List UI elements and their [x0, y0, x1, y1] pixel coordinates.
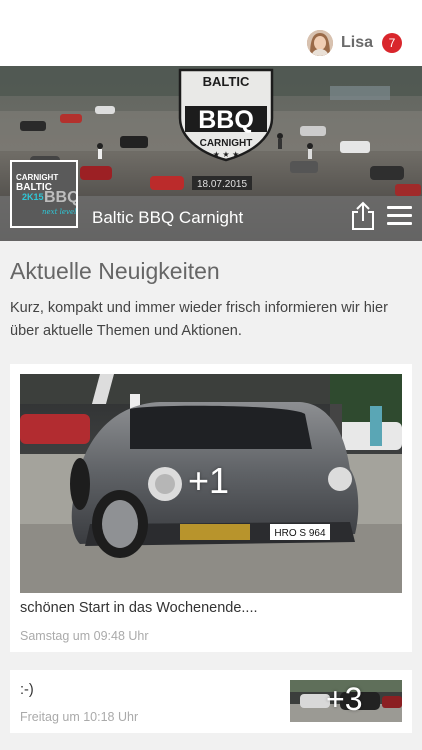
share-icon[interactable] [350, 201, 376, 231]
notification-badge[interactable]: 7 [382, 33, 402, 53]
hero-banner: BALTIC BBQ CARNIGHT ★ ★ ★ 18.07.2015 CAR… [0, 66, 422, 241]
banner-text-line1: BALTIC [203, 74, 250, 89]
page-description: Kurz, kompakt und immer wieder frisch in… [10, 300, 388, 339]
hamburger-menu-button[interactable] [387, 206, 412, 226]
svg-text:★ ★ ★: ★ ★ ★ [213, 150, 240, 159]
license-plate: HRO S 964 [274, 528, 326, 539]
post-timestamp: Samstag um 09:48 Uhr [20, 629, 149, 643]
club-logo: CARNIGHT BALTIC 2K15 BBQ next level [10, 160, 78, 228]
news-post[interactable]: :-) Freitag um 10:18 Uhr +3 [10, 670, 412, 733]
banner-text-line3: CARNIGHT [200, 138, 253, 149]
logo-text-line5: next level [42, 208, 76, 216]
banner-text-line2: BBQ [198, 106, 254, 134]
logo-text-line1: CARNIGHT [16, 173, 58, 182]
banner-date: 18.07.2015 [197, 179, 247, 190]
post-photo[interactable]: HRO S 964 +1 [20, 374, 402, 593]
post-text: :-) [20, 682, 34, 698]
photo-count-overlay[interactable]: +3 [326, 681, 362, 718]
news-post[interactable]: HRO S 964 +1 schönen Start in das Wochen… [10, 364, 412, 652]
post-timestamp: Freitag um 10:18 Uhr [20, 710, 139, 724]
club-name: Baltic BBQ Carnight [92, 208, 244, 227]
post-thumbnail[interactable]: +3 [290, 680, 402, 722]
user-name[interactable]: Lisa [341, 34, 373, 52]
user-menu[interactable]: Lisa 7 [306, 30, 402, 56]
photo-count-overlay[interactable]: +1 [188, 460, 229, 502]
menu-icon[interactable] [387, 206, 412, 209]
avatar[interactable] [306, 30, 333, 56]
logo-text-line4: BBQ [44, 189, 76, 206]
logo-text-line3: 2K15 [22, 192, 44, 202]
top-bar: Lisa 7 [0, 0, 422, 66]
post-text: schönen Start in das Wochenende.... [20, 600, 258, 616]
page-title: Aktuelle Neuigkeiten [10, 258, 220, 284]
share-button[interactable] [350, 201, 376, 231]
